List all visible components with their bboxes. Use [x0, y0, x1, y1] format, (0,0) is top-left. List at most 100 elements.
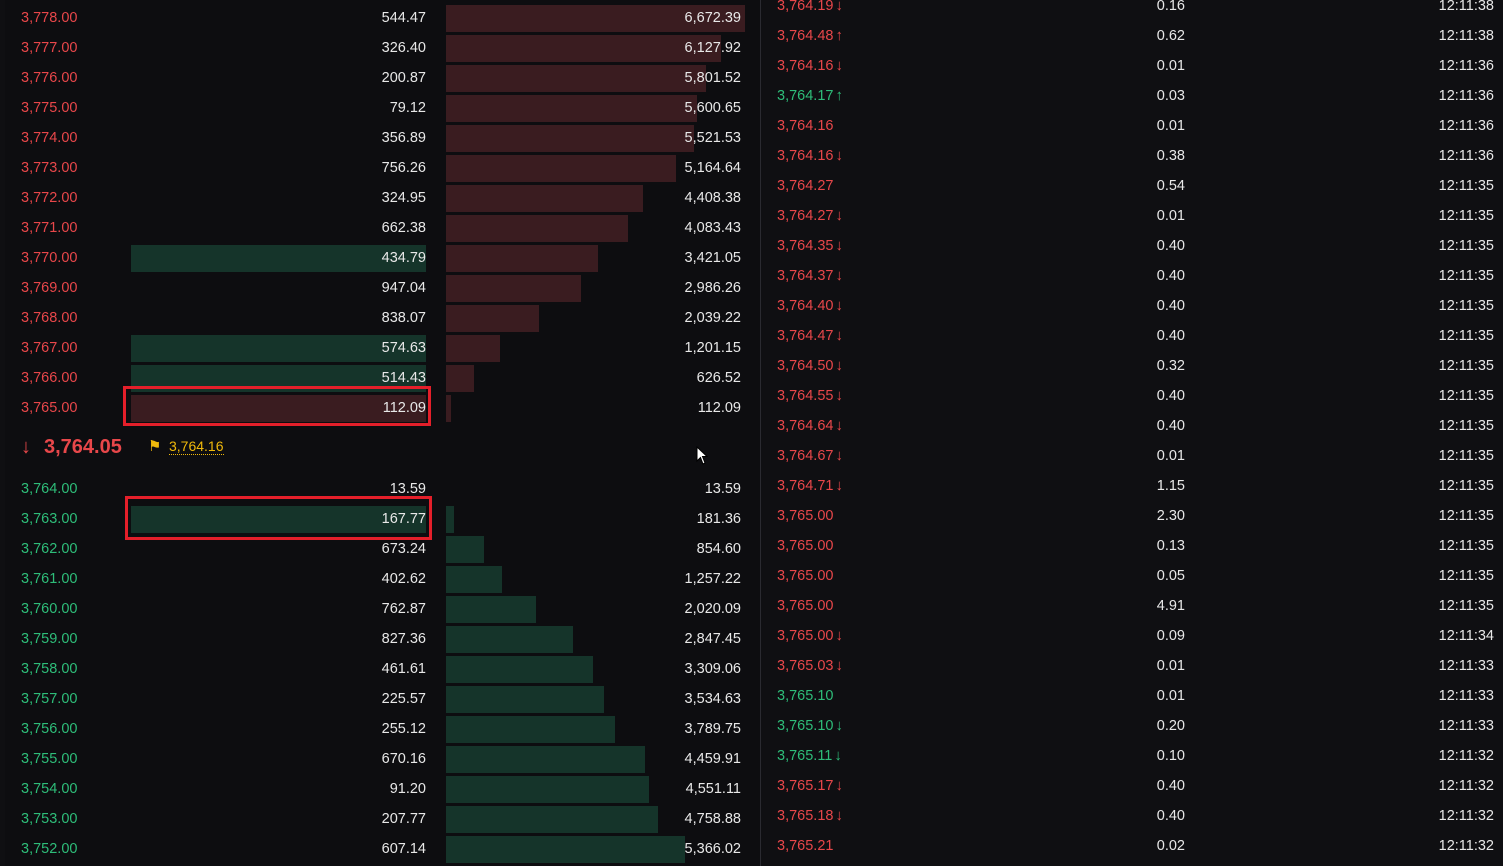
- trade-amount: 0.01: [1156, 58, 1185, 74]
- trade-row: 3,764.40 ↓ 0.40 12:11:35: [761, 291, 1503, 321]
- order-amount: 402.62: [381, 571, 426, 587]
- ask-row[interactable]: 3,771.00 662.38 4,083.43: [5, 213, 760, 243]
- last-price[interactable]: 3,764.05: [44, 430, 122, 464]
- trade-amount: 0.16: [1156, 0, 1185, 14]
- trade-price-value: 3,765.10: [777, 688, 834, 704]
- order-amount: 79.12: [389, 100, 426, 116]
- trade-price: 3,764.67 ↓: [777, 441, 843, 471]
- ask-row[interactable]: 3,772.00 324.95 4,408.38: [5, 183, 760, 213]
- trade-time: 12:11:35: [1438, 208, 1494, 224]
- order-price: 3,773.00: [21, 160, 78, 176]
- mouse-cursor-icon: [696, 446, 708, 465]
- trade-row: 3,764.27 0.54 12:11:35: [761, 171, 1503, 201]
- trade-row: 3,765.11 ↓ 0.10 12:11:32: [761, 741, 1503, 771]
- total-depth-bar: [446, 35, 722, 62]
- order-total: 3,534.63: [684, 691, 741, 707]
- trade-row: 3,765.18 ↓ 0.40 12:11:32: [761, 801, 1503, 831]
- trade-price-value: 3,764.16: [777, 118, 834, 134]
- trade-time: 12:11:35: [1438, 418, 1494, 434]
- trade-price-value: 3,765.00: [777, 628, 834, 644]
- trade-time: 12:11:35: [1438, 358, 1494, 374]
- order-price: 3,767.00: [21, 340, 78, 356]
- trade-price-value: 3,764.50: [777, 358, 834, 374]
- trade-price: 3,764.27: [777, 171, 833, 201]
- trade-price-value: 3,764.55: [777, 388, 834, 404]
- order-amount: 112.09: [382, 400, 426, 416]
- ask-row[interactable]: 3,773.00 756.26 5,164.64: [5, 153, 760, 183]
- bid-row[interactable]: 3,763.00 167.77 181.36: [5, 504, 760, 534]
- order-total: 5,164.64: [684, 160, 741, 176]
- bid-row[interactable]: 3,753.00 207.77 4,758.88: [5, 804, 760, 834]
- total-depth-bar: [446, 836, 686, 863]
- order-price: 3,762.00: [21, 541, 78, 557]
- trade-time: 12:11:32: [1438, 808, 1494, 824]
- order-amount: 762.87: [381, 601, 426, 617]
- bid-row[interactable]: 3,762.00 673.24 854.60: [5, 534, 760, 564]
- trade-price: 3,765.10 ↓: [777, 711, 843, 741]
- bid-row[interactable]: 3,752.00 607.14 5,366.02: [5, 834, 760, 864]
- total-depth-bar: [446, 566, 502, 593]
- order-total: 112.09: [697, 400, 741, 416]
- ask-row[interactable]: 3,766.00 514.43 626.52: [5, 363, 760, 393]
- bid-row[interactable]: 3,756.00 255.12 3,789.75: [5, 714, 760, 744]
- ask-row[interactable]: 3,775.00 79.12 5,600.65: [5, 93, 760, 123]
- trade-price-value: 3,765.11: [777, 748, 833, 764]
- bid-row[interactable]: 3,759.00 827.36 2,847.45: [5, 624, 760, 654]
- trade-amount: 0.38: [1156, 148, 1185, 164]
- total-depth-bar: [446, 806, 658, 833]
- bid-row[interactable]: 3,758.00 461.61 3,309.06: [5, 654, 760, 684]
- trade-amount: 0.01: [1156, 688, 1185, 704]
- trade-row: 3,764.35 ↓ 0.40 12:11:35: [761, 231, 1503, 261]
- ask-row[interactable]: 3,777.00 326.40 6,127.92: [5, 33, 760, 63]
- trade-price-value: 3,764.35: [777, 238, 834, 254]
- arrow-down-icon: ↓: [835, 57, 843, 74]
- trade-row: 3,765.10 0.01 12:11:33: [761, 681, 1503, 711]
- trade-row: 3,765.00 2.30 12:11:35: [761, 501, 1503, 531]
- order-amount: 13.59: [389, 481, 426, 497]
- ask-row[interactable]: 3,774.00 356.89 5,521.53: [5, 123, 760, 153]
- trade-time: 12:11:35: [1438, 568, 1494, 584]
- trade-amount: 0.32: [1156, 358, 1185, 374]
- order-total: 626.52: [696, 370, 741, 386]
- order-amount: 574.63: [381, 340, 426, 356]
- trade-amount: 0.03: [1156, 88, 1185, 104]
- order-total: 5,801.52: [684, 70, 741, 86]
- trade-time: 12:11:36: [1438, 148, 1494, 164]
- ask-row[interactable]: 3,769.00 947.04 2,986.26: [5, 273, 760, 303]
- trade-time: 12:11:36: [1438, 88, 1494, 104]
- ask-row[interactable]: 3,778.00 544.47 6,672.39: [5, 3, 760, 33]
- trade-price: 3,765.21: [777, 831, 833, 861]
- ask-row[interactable]: 3,767.00 574.63 1,201.15: [5, 333, 760, 363]
- trade-time: 12:11:35: [1438, 388, 1494, 404]
- bid-row[interactable]: 3,760.00 762.87 2,020.09: [5, 594, 760, 624]
- trade-price: 3,765.00: [777, 501, 833, 531]
- order-price: 3,771.00: [21, 220, 78, 236]
- bid-row[interactable]: 3,761.00 402.62 1,257.22: [5, 564, 760, 594]
- order-book: 3,778.00 544.47 6,672.39 3,777.00 326.40 6,12…: [5, 0, 760, 866]
- ask-row[interactable]: 3,765.00 112.09 112.09: [5, 393, 760, 423]
- trade-price: 3,764.48 ↑: [777, 21, 843, 51]
- order-total: 4,083.43: [684, 220, 741, 236]
- order-amount: 356.89: [381, 130, 426, 146]
- order-price: 3,761.00: [21, 571, 78, 587]
- trade-row: 3,764.16 ↓ 0.38 12:11:36: [761, 141, 1503, 171]
- ask-row[interactable]: 3,768.00 838.07 2,039.22: [5, 303, 760, 333]
- trade-price: 3,765.03 ↓: [777, 651, 843, 681]
- trade-time: 12:11:35: [1438, 538, 1494, 554]
- mark-price[interactable]: 3,764.16: [169, 438, 224, 455]
- trade-price: 3,765.00 ↓: [777, 621, 843, 651]
- order-total: 2,986.26: [684, 280, 741, 296]
- trade-price-value: 3,764.19: [777, 0, 834, 14]
- trade-price-value: 3,764.40: [777, 298, 834, 314]
- arrow-down-icon: ↓: [835, 0, 843, 14]
- bid-row[interactable]: 3,764.00 13.59 13.59: [5, 474, 760, 504]
- bid-row[interactable]: 3,755.00 670.16 4,459.91: [5, 744, 760, 774]
- bid-row[interactable]: 3,757.00 225.57 3,534.63: [5, 684, 760, 714]
- trade-price: 3,765.10: [777, 681, 833, 711]
- ask-row[interactable]: 3,776.00 200.87 5,801.52: [5, 63, 760, 93]
- order-total: 6,672.39: [684, 10, 741, 26]
- ask-row[interactable]: 3,770.00 434.79 3,421.05: [5, 243, 760, 273]
- trade-amount: 1.15: [1156, 478, 1185, 494]
- trade-time: 12:11:35: [1438, 328, 1494, 344]
- bid-row[interactable]: 3,754.00 91.20 4,551.11: [5, 774, 760, 804]
